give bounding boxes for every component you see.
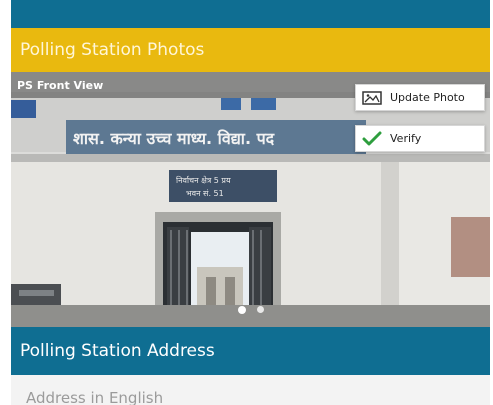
address-section-title: Polling Station Address: [20, 341, 215, 361]
carousel-dot-2[interactable]: [256, 306, 264, 313]
photos-section-title: Polling Station Photos: [20, 40, 205, 60]
image-icon: [362, 90, 382, 106]
address-section-header: Polling Station Address: [11, 327, 490, 375]
verify-button[interactable]: Verify: [355, 125, 485, 152]
address-english-field[interactable]: Address in English: [11, 375, 490, 405]
update-photo-label: Update Photo: [390, 91, 465, 104]
building-sign-text: शास. कन्या उच्च माध्य. विद्या. पद: [73, 129, 275, 148]
update-photo-button[interactable]: Update Photo: [355, 84, 485, 111]
photo-caption: PS Front View: [17, 79, 104, 92]
carousel-indicator: [11, 306, 490, 316]
app-screen: Polling Station Photos शास. कन्या उच्च म…: [11, 0, 490, 405]
photo-carousel[interactable]: शास. कन्या उच्च माध्य. विद्या. पद निर्वा…: [11, 72, 490, 327]
photos-section-header: Polling Station Photos: [11, 28, 490, 72]
address-english-label: Address in English: [26, 389, 164, 405]
top-bar: [11, 0, 490, 28]
verify-label: Verify: [390, 132, 422, 145]
check-icon: [362, 131, 382, 147]
plaque-line-1: निर्वाचन क्षेत्र 5 प्रय: [176, 175, 231, 185]
plaque-line-2: भवन सं. 51: [186, 189, 224, 198]
carousel-dot-1[interactable]: [237, 306, 246, 314]
